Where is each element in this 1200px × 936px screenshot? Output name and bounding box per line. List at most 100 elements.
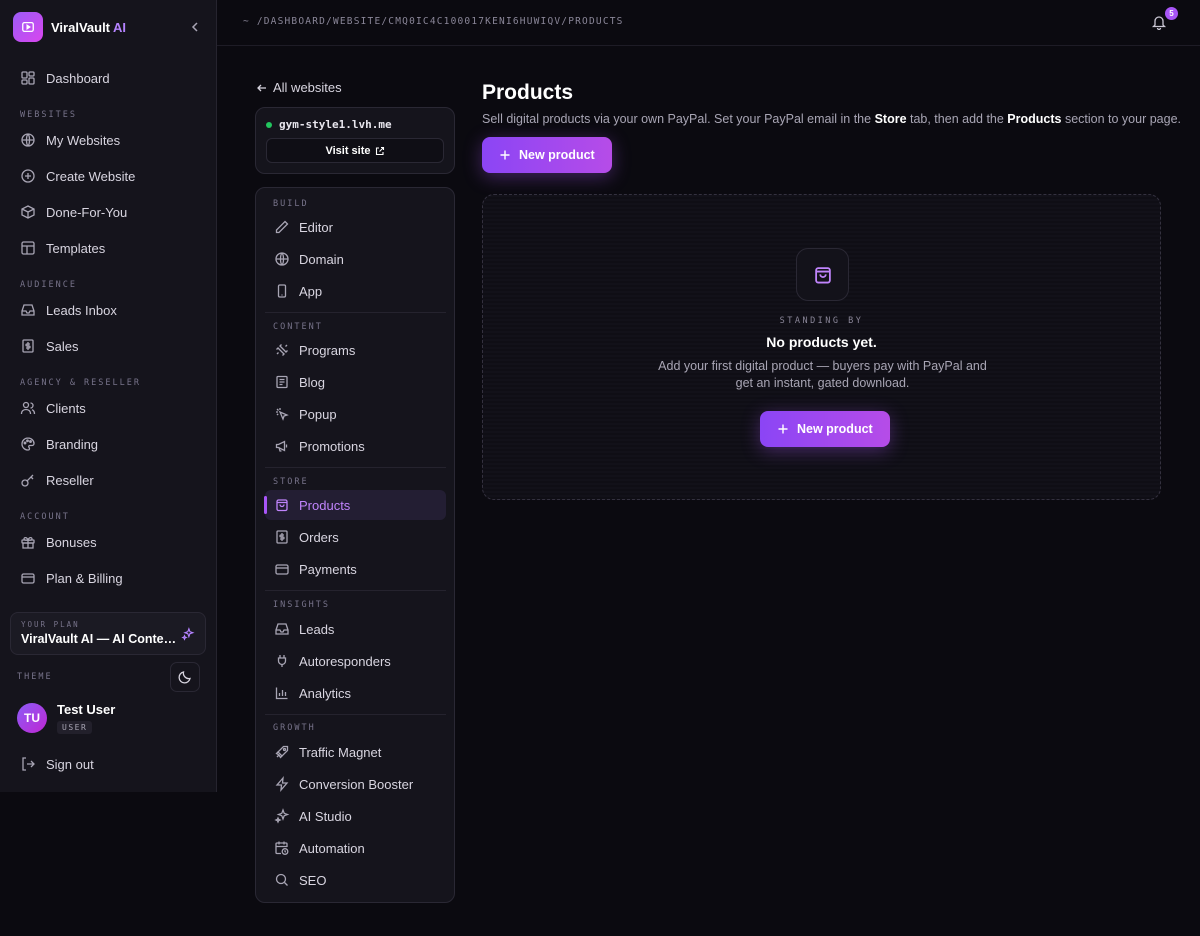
breadcrumb: ~ /DASHBOARD/WEBSITE/CMQ0IC4C100017KENI6… xyxy=(243,16,624,27)
sidebar-item-done-for-you[interactable]: Done-For-You xyxy=(10,194,206,230)
avatar: TU xyxy=(17,703,47,733)
all-websites-label: All websites xyxy=(273,80,342,95)
empty-new-product-button[interactable]: New product xyxy=(760,411,890,447)
user-profile[interactable]: TU Test User USER xyxy=(17,702,115,734)
sidebar-item-bonuses[interactable]: Bonuses xyxy=(10,524,206,560)
menu-item-label: Domain xyxy=(299,251,344,267)
menu-item-autoresponders[interactable]: Autoresponders xyxy=(265,646,446,676)
sidebar-item-sales[interactable]: Sales xyxy=(10,328,206,364)
layout-icon xyxy=(20,240,36,256)
dumbbell-icon xyxy=(274,342,290,358)
menu-item-label: Automation xyxy=(299,840,365,856)
sign-out-button[interactable]: Sign out xyxy=(20,756,94,772)
brand: ViralVault AI xyxy=(13,12,203,42)
subtitle-part: Sell digital products via your own PayPa… xyxy=(482,112,875,126)
menu-item-seo[interactable]: SEO xyxy=(265,865,446,895)
menu-item-analytics[interactable]: Analytics xyxy=(265,678,446,708)
menu-item-traffic-magnet[interactable]: Traffic Magnet xyxy=(265,737,446,767)
menu-item-popup[interactable]: Popup xyxy=(265,399,446,429)
sidebar-section-websites: WEBSITES xyxy=(20,110,77,120)
menu-item-orders[interactable]: Orders xyxy=(265,522,446,552)
sidebar-item-label: Bonuses xyxy=(46,534,97,550)
plan-label: YOUR PLAN xyxy=(21,620,80,629)
sidebar-item-label: Done-For-You xyxy=(46,204,128,220)
shopping-bag-icon xyxy=(796,248,849,301)
newspaper-icon xyxy=(274,374,290,390)
menu-item-automation[interactable]: Automation xyxy=(265,833,446,863)
menu-item-domain[interactable]: Domain xyxy=(265,244,446,274)
gift-icon xyxy=(20,534,36,550)
menu-item-app[interactable]: App xyxy=(265,276,446,306)
bar-chart-icon xyxy=(274,685,290,701)
shopping-bag-icon xyxy=(274,497,290,513)
menu-item-label: Programs xyxy=(299,342,356,358)
theme-row: THEME xyxy=(17,662,200,692)
sidebar-item-plan-billing[interactable]: Plan & Billing xyxy=(10,560,206,596)
new-product-button[interactable]: New product xyxy=(482,137,612,173)
menu-item-label: Analytics xyxy=(299,685,352,701)
menu-section-build: BUILD xyxy=(273,199,309,209)
menu-item-ai-studio[interactable]: AI Studio xyxy=(265,801,446,831)
sidebar-item-label: My Websites xyxy=(46,132,121,148)
chevron-left-icon[interactable] xyxy=(187,19,203,35)
empty-state-description: Add your first digital product — buyers … xyxy=(658,359,987,390)
menu-item-label: Autoresponders xyxy=(299,653,391,669)
external-link-icon xyxy=(375,146,385,156)
menu-item-leads[interactable]: Leads xyxy=(265,614,446,644)
menu-section-insights: INSIGHTS xyxy=(273,600,330,610)
moon-icon xyxy=(177,669,193,685)
theme-toggle-button[interactable] xyxy=(170,662,200,692)
new-product-label: New product xyxy=(519,148,595,162)
key-icon xyxy=(20,472,36,488)
plan-card[interactable]: YOUR PLAN ViralVault AI — AI Content Sui… xyxy=(10,612,206,655)
menu-item-editor[interactable]: Editor xyxy=(265,212,446,242)
all-websites-link[interactable]: All websites xyxy=(256,80,342,95)
sidebar-item-templates[interactable]: Templates xyxy=(10,230,206,266)
site-domain: gym-style1.lvh.me xyxy=(266,118,444,131)
sign-out-label: Sign out xyxy=(46,756,94,772)
sidebar-item-label: Templates xyxy=(46,240,106,256)
sidebar-item-create-website[interactable]: Create Website xyxy=(10,158,206,194)
sidebar-item-label: Clients xyxy=(46,400,86,416)
menu-section-growth: GROWTH xyxy=(273,723,316,733)
menu-section-content: CONTENT xyxy=(273,322,323,332)
sidebar-item-my-websites[interactable]: My Websites xyxy=(10,122,206,158)
menu-item-products[interactable]: Products xyxy=(264,490,446,520)
sparkles-icon xyxy=(181,627,195,641)
sidebar-section-audience: AUDIENCE xyxy=(20,280,77,290)
credit-card-icon xyxy=(274,561,290,577)
zap-icon xyxy=(274,776,290,792)
sidebar-item-label: Plan & Billing xyxy=(46,570,123,586)
menu-item-label: AI Studio xyxy=(299,808,352,824)
package-icon xyxy=(20,204,36,220)
visit-site-button[interactable]: Visit site xyxy=(266,138,444,163)
subtitle-part: section to your page. xyxy=(1061,112,1182,126)
brand-logo[interactable] xyxy=(13,12,43,42)
menu-item-label: Traffic Magnet xyxy=(299,744,382,760)
rocket-icon xyxy=(274,744,290,760)
new-product-label: New product xyxy=(797,422,873,436)
menu-item-promotions[interactable]: Promotions xyxy=(265,431,446,461)
smartphone-icon xyxy=(274,283,290,299)
menu-divider xyxy=(265,467,446,468)
subtitle-store: Store xyxy=(874,112,907,126)
arrow-left-icon xyxy=(256,82,268,94)
sidebar-nav: Dashboard WEBSITES My Websites Create We… xyxy=(10,60,206,596)
bell-icon[interactable] xyxy=(1151,14,1167,30)
menu-item-label: SEO xyxy=(299,872,327,888)
menu-item-payments[interactable]: Payments xyxy=(265,554,446,584)
page-subtitle: Sell digital products via your own PayPa… xyxy=(482,112,1181,126)
menu-item-label: Payments xyxy=(299,561,357,577)
menu-item-programs[interactable]: Programs xyxy=(265,335,446,365)
menu-item-blog[interactable]: Blog xyxy=(265,367,446,397)
status-dot xyxy=(266,121,272,128)
menu-item-conversion-booster[interactable]: Conversion Booster xyxy=(265,769,446,799)
sidebar-item-label: Sales xyxy=(46,338,79,354)
sidebar-item-clients[interactable]: Clients xyxy=(10,390,206,426)
sidebar-item-leads-inbox[interactable]: Leads Inbox xyxy=(10,292,206,328)
site-card: gym-style1.lvh.me Visit site xyxy=(255,107,455,174)
sidebar-item-branding[interactable]: Branding xyxy=(10,426,206,462)
sidebar-item-dashboard[interactable]: Dashboard xyxy=(10,60,206,96)
sidebar-item-reseller[interactable]: Reseller xyxy=(10,462,206,498)
user-role-badge: USER xyxy=(57,721,93,734)
